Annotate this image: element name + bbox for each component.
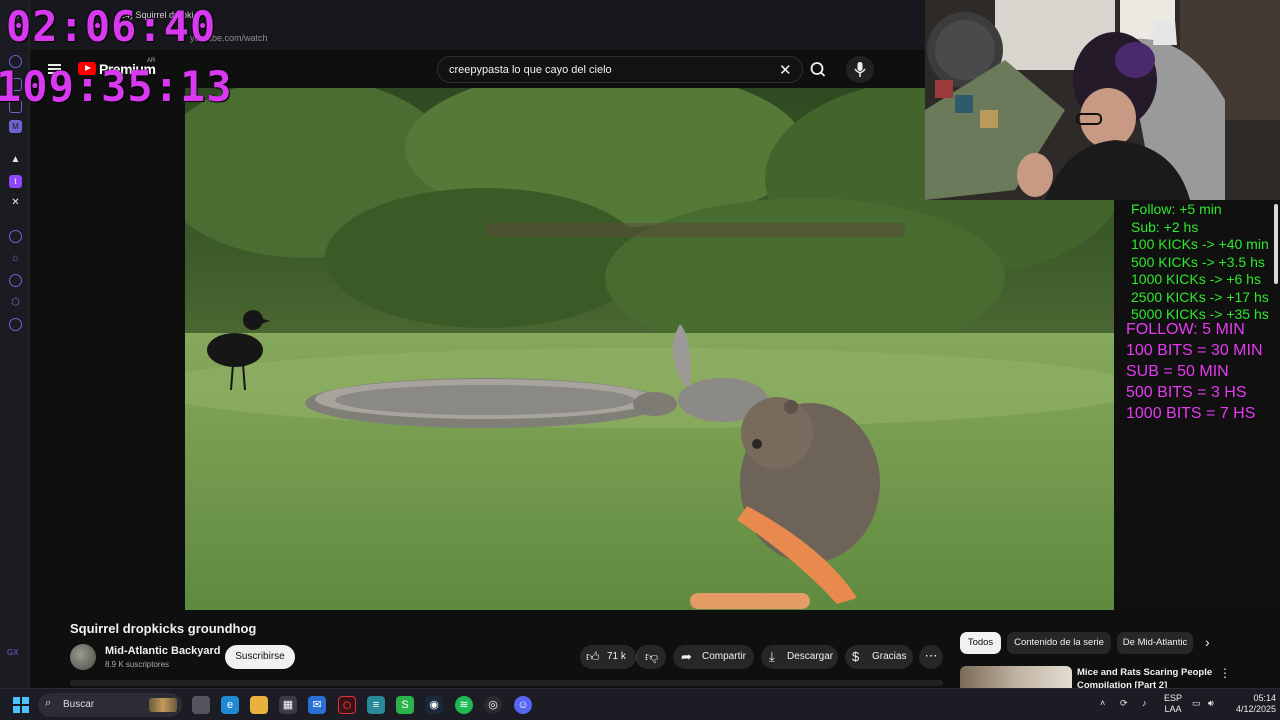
clear-search-icon[interactable]: ✕ bbox=[779, 61, 792, 79]
steam-icon[interactable]: ◉ bbox=[425, 696, 443, 714]
store-icon[interactable]: ▦ bbox=[279, 696, 297, 714]
twitch-rule: 100 BITS = 30 MIN bbox=[1126, 342, 1263, 359]
channel-avatar[interactable] bbox=[70, 644, 96, 670]
subscribe-button[interactable]: Suscribirse bbox=[225, 645, 295, 669]
twitch-rule: SUB = 50 MIN bbox=[1126, 363, 1229, 380]
thumbs-down-icon: 👎︎ bbox=[645, 649, 659, 664]
mail-icon[interactable]: ✉ bbox=[308, 696, 326, 714]
windows-taskbar: ⌕ Buscar e ▦ ✉ O ≡ S ◉ ≋ ◎ ☺ ˄ ⟳ ♪ ESP L… bbox=[0, 688, 1280, 720]
kick-icon[interactable]: ▲ bbox=[9, 153, 22, 166]
search-highlight-image bbox=[149, 698, 177, 712]
spotify-icon[interactable]: ≋ bbox=[455, 696, 473, 714]
description-box[interactable] bbox=[70, 680, 943, 686]
thanks-icon: $ bbox=[852, 649, 860, 664]
chevron-right-icon[interactable]: › bbox=[1205, 634, 1210, 650]
kick-rule: 1000 KICKs -> +6 hs bbox=[1131, 271, 1261, 287]
subscriber-count: 8.9 K suscriptores bbox=[105, 660, 170, 669]
language-code: ESP bbox=[1164, 693, 1183, 703]
chip-channel[interactable]: De Mid-Atlantic bbox=[1117, 632, 1193, 654]
language-indicator[interactable]: ESP LAA bbox=[1164, 693, 1182, 715]
twitch-rule: 500 BITS = 3 HS bbox=[1126, 384, 1247, 401]
microphone-icon bbox=[854, 62, 866, 77]
clock-time: 05:14 bbox=[1253, 693, 1276, 703]
task-view-icon[interactable] bbox=[192, 696, 210, 714]
video-title: Squirrel dropkicks groundhog bbox=[70, 621, 257, 636]
webcam-image bbox=[925, 0, 1280, 200]
search-icon bbox=[810, 62, 826, 77]
messenger-icon[interactable]: M bbox=[9, 120, 22, 133]
file-explorer-icon[interactable] bbox=[250, 696, 268, 714]
chip-all[interactable]: Todos bbox=[960, 632, 1001, 654]
download-label: Descargar bbox=[787, 651, 834, 662]
channel-name[interactable]: Mid-Atlantic Backyard bbox=[105, 645, 221, 657]
video-info: Squirrel dropkicks groundhog Mid-Atlanti… bbox=[30, 610, 1280, 691]
obs-icon[interactable]: ◎ bbox=[484, 696, 502, 714]
twitch-rule: FOLLOW: 5 MIN bbox=[1126, 321, 1245, 338]
recommendation-thumbnail[interactable] bbox=[960, 666, 1072, 688]
gx-icon[interactable]: GX bbox=[7, 648, 19, 657]
search-input[interactable]: creepypasta lo que cayo del cielo ✕ bbox=[437, 56, 803, 83]
player-icon[interactable] bbox=[9, 230, 22, 243]
kick-rule: Sub: +2 hs bbox=[1131, 219, 1199, 235]
thanks-button[interactable]: $ Gracias bbox=[845, 645, 913, 669]
clock-date: 4/12/2025 bbox=[1235, 704, 1276, 714]
settings-icon[interactable] bbox=[9, 318, 22, 331]
thanks-label: Gracias bbox=[872, 651, 907, 662]
kick-rule: 2500 KICKs -> +17 hs bbox=[1131, 289, 1269, 305]
share-button[interactable]: ➦ Compartir bbox=[673, 645, 754, 669]
share-label: Compartir bbox=[702, 651, 746, 662]
display-icon[interactable]: ▭ bbox=[1192, 698, 1201, 709]
like-count: 71 k bbox=[607, 651, 626, 662]
opera-gx-icon[interactable]: O bbox=[338, 696, 356, 714]
twitch-icon[interactable]: t bbox=[9, 175, 22, 188]
taskbar-search-placeholder: Buscar bbox=[63, 699, 95, 710]
kick-rule: 5000 KICKs -> +35 hs bbox=[1131, 306, 1269, 322]
volume-icon[interactable]: 🔊︎ bbox=[1208, 698, 1214, 709]
thumbs-up-icon: 👍︎ bbox=[586, 649, 600, 664]
recommendation-menu-icon[interactable]: ⋮ bbox=[1219, 666, 1231, 680]
cube-icon[interactable]: ⬡ bbox=[9, 296, 22, 309]
clock[interactable]: 05:14 4/12/2025 bbox=[1224, 693, 1276, 715]
kick-rule: Follow: +5 min bbox=[1131, 201, 1222, 217]
keyboard-layout: LAA bbox=[1164, 704, 1182, 714]
search-icon: ⌕ bbox=[45, 697, 52, 709]
stream-rules-panel: Follow: +5 min Sub: +2 hs 100 KICKs -> +… bbox=[1116, 200, 1280, 610]
dislike-button[interactable]: 👎︎ bbox=[636, 645, 666, 669]
taskbar-search[interactable]: ⌕ Buscar bbox=[38, 693, 182, 717]
notepad-icon[interactable]: ≡ bbox=[367, 696, 385, 714]
spreadsheet-icon[interactable]: S bbox=[396, 696, 414, 714]
chip-series[interactable]: Contenido de la serie bbox=[1007, 632, 1111, 654]
search-button[interactable] bbox=[803, 56, 833, 83]
like-button[interactable]: 👍︎ 71 k bbox=[580, 645, 636, 669]
more-actions-icon[interactable]: ⋯ bbox=[919, 645, 943, 669]
kick-rule: 100 KICKs -> +40 min bbox=[1131, 236, 1269, 252]
streamer-webcam bbox=[925, 0, 1280, 200]
bookmark-icon[interactable]: ⌂ bbox=[9, 252, 22, 265]
clock-icon[interactable] bbox=[9, 274, 22, 287]
stream-timer-primary: 02:06:40 bbox=[6, 2, 217, 51]
voice-search-button[interactable] bbox=[846, 56, 874, 83]
kick-rule: 500 KICKs -> +3.5 hs bbox=[1131, 254, 1265, 270]
twitch-rule: 1000 BITS = 7 HS bbox=[1126, 405, 1256, 422]
search-query[interactable]: creepypasta lo que cayo del cielo bbox=[449, 64, 612, 76]
edge-icon[interactable]: e bbox=[221, 696, 239, 714]
share-icon: ➦ bbox=[681, 649, 692, 664]
download-button[interactable]: ⤓ Descargar bbox=[761, 645, 838, 669]
discord-icon[interactable]: ☺ bbox=[514, 696, 532, 714]
stream-timer-subathon: 109:35:13 bbox=[0, 62, 233, 111]
tray-overflow-icon[interactable]: ˄ bbox=[1100, 698, 1105, 709]
desktop: G M ▲ t ✕ ⌂ ⬡ GX (14) Squirrel dropki...… bbox=[0, 0, 1280, 720]
network-icon[interactable]: ⟳ bbox=[1120, 698, 1128, 709]
mic-icon[interactable]: ♪ bbox=[1142, 698, 1147, 709]
x-icon[interactable]: ✕ bbox=[9, 196, 22, 209]
download-icon: ⤓ bbox=[769, 649, 775, 664]
start-button[interactable] bbox=[13, 697, 29, 713]
rules-scrollbar[interactable] bbox=[1274, 204, 1278, 284]
